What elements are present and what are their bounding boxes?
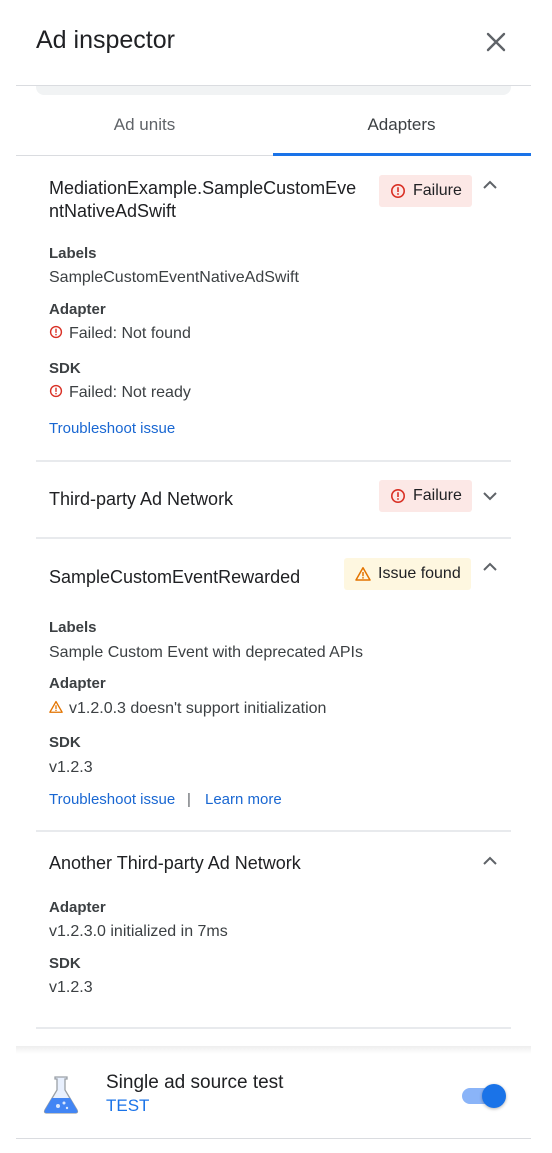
adapter-title: Another Third-party Ad Network xyxy=(49,853,301,873)
adapter-heading: Adapter xyxy=(49,301,106,318)
sdk-heading: SDK xyxy=(49,360,81,377)
sdk-value-text: Failed: Not ready xyxy=(69,384,191,401)
tab-bar: Ad units Adapters xyxy=(16,96,531,156)
adapter-title: Third-party Ad Network xyxy=(49,489,234,509)
chevron-down-icon[interactable] xyxy=(480,486,500,506)
status-badge: Issue found xyxy=(344,558,471,590)
sdk-heading: SDK xyxy=(49,734,81,751)
footer-title: Single ad source test xyxy=(106,1072,284,1093)
adapter-title: SampleCustomEventRewarded xyxy=(49,567,301,587)
page-title: Ad inspector xyxy=(36,26,175,54)
status-badge-label: Issue found xyxy=(378,565,461,582)
learn-more-link[interactable]: Learn more xyxy=(205,791,282,808)
adapter-title-line: ntNativeAdSwift xyxy=(49,201,177,221)
footer-divider xyxy=(16,1138,531,1139)
error-icon xyxy=(391,184,405,198)
adapter-value-text: Failed: Not found xyxy=(69,325,191,342)
adapter-value: v1.2.3.0 initialized in 7ms xyxy=(49,923,228,940)
footer-shadow xyxy=(16,1046,531,1054)
chevron-up-icon[interactable] xyxy=(480,851,500,871)
adapter-card: Another Third-party Ad Network Adapter v… xyxy=(36,833,511,1029)
sdk-value: v1.2.3 xyxy=(49,759,93,776)
status-badge-label: Failure xyxy=(413,182,462,199)
warning-icon xyxy=(49,700,63,713)
adapter-card: SampleCustomEventRewarded Issue found La… xyxy=(36,540,511,833)
sdk-value: v1.2.3 xyxy=(49,979,93,996)
adapter-title: MediationExample.SampleCustomEve ntNativ… xyxy=(49,177,356,223)
close-icon[interactable] xyxy=(480,26,512,58)
sdk-heading: SDK xyxy=(49,955,81,972)
adapter-value: v1.2.0.3 doesn't support initialization xyxy=(49,700,326,718)
labels-heading: Labels xyxy=(49,619,97,636)
adapter-heading: Adapter xyxy=(49,899,106,916)
labels-value: SampleCustomEventNativeAdSwift xyxy=(49,269,299,286)
adapter-card: MediationExample.SampleCustomEve ntNativ… xyxy=(36,156,511,462)
card-divider xyxy=(36,537,511,539)
tab-ad-units[interactable]: Ad units xyxy=(16,96,273,156)
labels-value: Sample Custom Event with deprecated APIs xyxy=(49,644,363,661)
link-separator: | xyxy=(187,791,191,808)
header-notch xyxy=(36,86,511,95)
status-badge: Failure xyxy=(379,175,472,207)
error-icon xyxy=(49,384,63,398)
adapter-title-line: MediationExample.SampleCustomEve xyxy=(49,178,357,198)
sdk-value: Failed: Not ready xyxy=(49,384,191,402)
single-ad-source-toggle[interactable] xyxy=(460,1082,508,1110)
card-divider xyxy=(36,1027,511,1029)
status-badge-label: Failure xyxy=(413,487,462,504)
flask-icon xyxy=(43,1076,79,1114)
troubleshoot-issue-link[interactable]: Troubleshoot issue xyxy=(49,791,175,808)
app-header: Ad inspector xyxy=(0,0,552,86)
footer-subtitle: TEST xyxy=(106,1096,150,1115)
labels-heading: Labels xyxy=(49,245,97,262)
adapter-card: Third-party Ad Network Failure xyxy=(36,462,511,540)
chevron-up-icon[interactable] xyxy=(480,175,500,195)
status-badge: Failure xyxy=(379,480,472,512)
toggle-thumb xyxy=(482,1084,506,1108)
error-icon xyxy=(391,489,405,503)
card-divider xyxy=(36,830,511,832)
error-icon xyxy=(49,325,63,339)
adapter-value-text: v1.2.0.3 doesn't support initialization xyxy=(69,700,327,717)
adapter-value: Failed: Not found xyxy=(49,325,191,343)
tab-adapters[interactable]: Adapters xyxy=(273,96,530,156)
troubleshoot-issue-link[interactable]: Troubleshoot issue xyxy=(49,420,175,437)
warning-icon xyxy=(355,567,371,581)
chevron-up-icon[interactable] xyxy=(480,557,500,577)
adapter-heading: Adapter xyxy=(49,675,106,692)
